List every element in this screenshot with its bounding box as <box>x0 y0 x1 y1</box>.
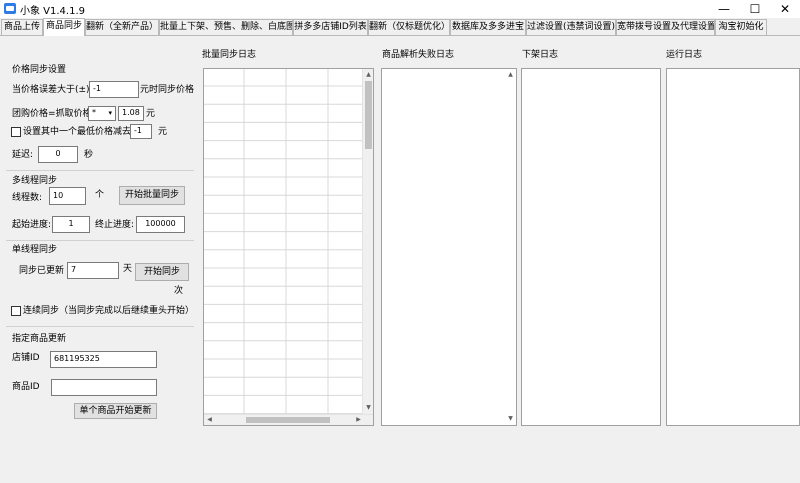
start-batch-sync-button[interactable]: 开始批量同步 <box>119 186 185 205</box>
minimize-button[interactable]: — <box>709 0 739 18</box>
threads-input[interactable]: 10 <box>49 187 86 205</box>
price-diff-label: 当价格误差大于(±) <box>12 85 90 95</box>
subtract-input[interactable]: -1 <box>130 124 152 139</box>
tab-goods-upload[interactable]: 商品上传 <box>1 19 43 35</box>
grid-lines <box>204 69 364 416</box>
close-button[interactable]: ✕ <box>770 0 800 18</box>
batch-sync-log-grid[interactable]: ▲ ▼ ◀ ▶ <box>203 68 374 426</box>
batch-sync-log-title: 批量同步日志 <box>202 50 257 60</box>
runtime-log-panel[interactable] <box>666 68 800 426</box>
shop-id-label: 店铺ID <box>12 353 40 363</box>
tab-renew-new[interactable]: 翻新（全新产品） <box>85 19 159 35</box>
delist-log-title: 下架日志 <box>522 50 559 60</box>
updated-days-unit: 天 <box>123 264 133 274</box>
tab-filter-settings[interactable]: 过滤设置(违禁词设置) <box>526 19 616 35</box>
tab-database[interactable]: 数据库及多多进宝 <box>450 19 526 35</box>
title-bar: 小象 V1.4.1.9 — ☐ ✕ <box>0 0 800 18</box>
grid-vertical-scrollbar[interactable]: ▲ ▼ <box>362 69 373 425</box>
scroll-thumb[interactable] <box>365 81 372 149</box>
start-sync-button[interactable]: 开始同步 <box>135 263 189 281</box>
end-progress-label: 终止进度: <box>95 220 135 230</box>
times-unit: 次 <box>174 286 184 296</box>
goods-id-label: 商品ID <box>12 382 40 392</box>
scroll-up-icon[interactable]: ▲ <box>506 70 515 79</box>
price-diff-suffix: 元时同步价格 <box>140 85 195 95</box>
specific-update-title: 指定商品更新 <box>12 334 67 344</box>
subtract-label: 设置其中一个最低价格减去 <box>23 127 132 137</box>
scroll-down-icon[interactable]: ▼ <box>364 403 373 412</box>
price-sync-title: 价格同步设置 <box>12 65 67 75</box>
scroll-down-icon[interactable]: ▼ <box>506 414 515 423</box>
tab-taobao-init[interactable]: 淘宝初始化 <box>715 19 767 35</box>
multiplier-unit: 元 <box>146 109 156 119</box>
h-scroll-thumb[interactable] <box>246 417 330 423</box>
scroll-left-icon[interactable]: ◀ <box>205 415 214 424</box>
shop-id-input[interactable]: 681195325 <box>50 351 157 368</box>
subtract-unit: 元 <box>158 127 168 137</box>
multiplier-input[interactable]: 1.08 <box>118 106 144 121</box>
group-price-label: 团购价格=抓取价格 <box>12 109 92 119</box>
grid-horizontal-scrollbar[interactable]: ◀ ▶ <box>204 414 373 425</box>
scroll-right-icon[interactable]: ▶ <box>354 415 363 424</box>
updated-label: 同步已更新 <box>19 266 65 276</box>
tab-strip: 商品上传 商品同步 翻新（全新产品） 批量上下架、预售、删除、白底图 拼多多店铺… <box>0 18 800 36</box>
maximize-button[interactable]: ☐ <box>740 0 770 18</box>
single-thread-title: 单线程同步 <box>12 245 58 255</box>
multi-thread-title: 多线程同步 <box>12 176 58 186</box>
parse-fail-scrollbar[interactable]: ▲ ▼ <box>505 69 516 425</box>
tab-goods-sync[interactable]: 商品同步 <box>43 18 85 36</box>
continuous-sync-checkbox[interactable] <box>11 306 21 316</box>
scroll-up-icon[interactable]: ▲ <box>364 70 373 79</box>
section-divider <box>6 170 194 171</box>
operator-value: * <box>92 108 96 117</box>
goods-id-input[interactable] <box>51 379 157 396</box>
tab-dialup-proxy[interactable]: 宽带拨号设置及代理设置 <box>616 19 715 35</box>
parse-fail-log-title: 商品解析失败日志 <box>382 50 455 60</box>
chevron-down-icon: ▾ <box>108 109 112 117</box>
tab-batch-listing[interactable]: 批量上下架、预售、删除、白底图 <box>159 19 293 35</box>
single-update-button[interactable]: 单个商品开始更新 <box>74 403 157 419</box>
threads-unit: 个 <box>95 190 105 200</box>
delay-input[interactable]: 0 <box>38 146 78 163</box>
updated-days-input[interactable]: 7 <box>67 262 119 279</box>
subtract-checkbox[interactable] <box>11 127 21 137</box>
section-divider <box>6 240 194 241</box>
parse-fail-log-panel[interactable]: ▲ ▼ <box>381 68 517 426</box>
start-progress-label: 起始进度: <box>12 220 52 230</box>
delay-label: 延迟: <box>12 150 34 160</box>
end-progress-input[interactable]: 100000 <box>136 216 185 233</box>
delay-unit: 秒 <box>84 150 94 160</box>
start-progress-input[interactable]: 1 <box>52 216 90 233</box>
tab-renew-title[interactable]: 翻新（仅标题优化） <box>368 19 450 35</box>
runtime-log-title: 运行日志 <box>666 50 703 60</box>
section-divider <box>6 326 194 327</box>
window-title: 小象 V1.4.1.9 <box>20 6 86 17</box>
delist-log-panel[interactable] <box>521 68 661 426</box>
app-icon <box>4 3 16 14</box>
price-diff-input[interactable]: -1 <box>89 81 139 98</box>
threads-label: 线程数: <box>12 193 43 203</box>
continuous-sync-label: 连续同步（当同步完成以后继续重头开始） <box>23 306 195 316</box>
tab-pdd-shop-ids[interactable]: 拼多多店铺ID列表 <box>293 19 368 35</box>
operator-select[interactable]: * ▾ <box>88 106 116 121</box>
